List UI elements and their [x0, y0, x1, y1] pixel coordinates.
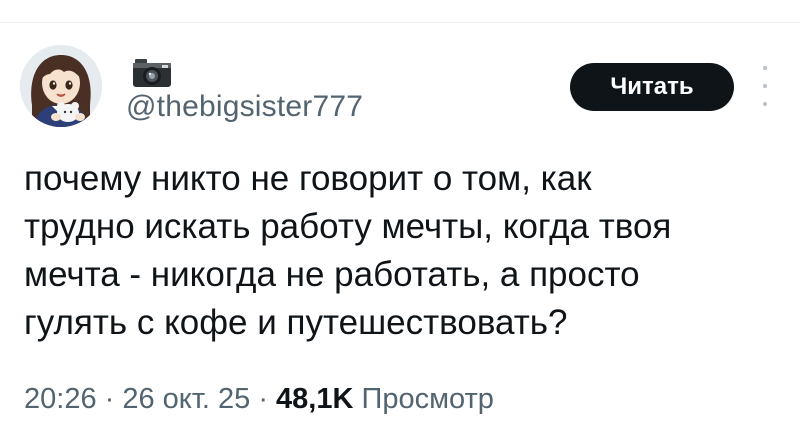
views-label: Просмотр — [353, 383, 494, 415]
avatar-illustration — [20, 45, 102, 127]
views-count: 48,1K — [276, 383, 354, 415]
meta-separator: · — [250, 383, 277, 415]
tweet-text: почему никто не говорит о том, как трудн… — [24, 159, 672, 342]
more-dot — [763, 84, 767, 88]
camera-icon[interactable] — [132, 58, 172, 88]
top-divider — [0, 22, 800, 23]
more-dot — [763, 102, 767, 106]
meta-separator: · — [96, 383, 123, 415]
tweet-meta: 20:26 · 26 окт. 25 · 48,1K Просмотр — [24, 383, 494, 416]
user-handle[interactable]: @thebigsister777 — [126, 90, 363, 124]
tweet-card: @thebigsister777 Читать почему никто не … — [0, 0, 800, 425]
tweet-date[interactable]: 26 окт. 25 — [122, 383, 250, 415]
more-options-icon[interactable] — [758, 66, 772, 106]
follow-button[interactable]: Читать — [570, 63, 734, 111]
more-dot — [763, 66, 767, 70]
tweet-time[interactable]: 20:26 — [24, 383, 97, 415]
avatar[interactable] — [20, 45, 102, 127]
